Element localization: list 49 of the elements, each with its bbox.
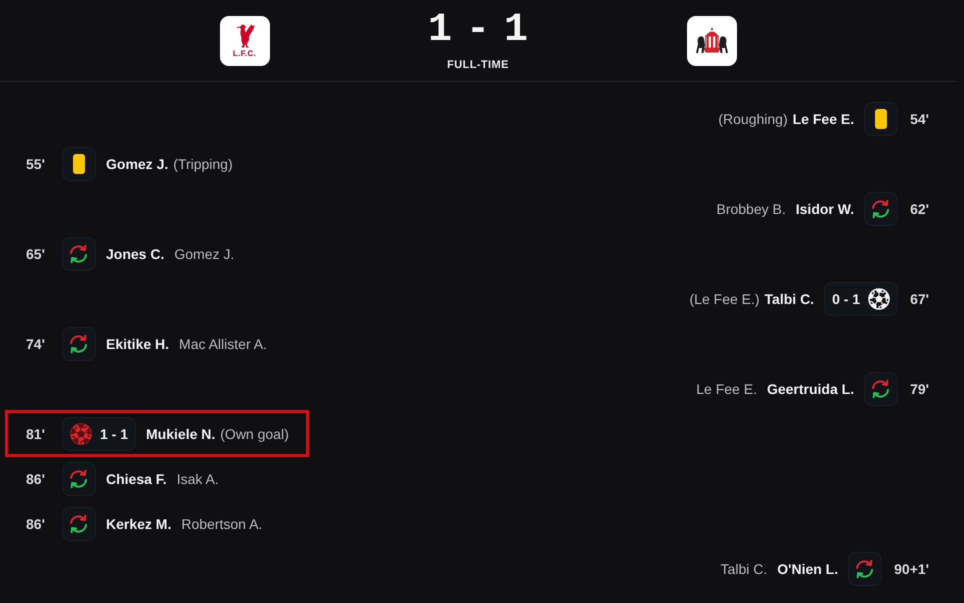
event-detail: (Own goal) <box>220 426 289 442</box>
goal-score: 1 - 1 <box>100 426 128 442</box>
event-minute: 67' <box>910 290 929 306</box>
event-minute: 55' <box>26 156 46 172</box>
match-score: 1 - 1 <box>428 11 525 51</box>
event-detail: (Tripping) <box>173 156 233 172</box>
player-name: Kerkez M. <box>106 516 172 532</box>
event-detail: (Roughing) <box>718 110 788 126</box>
player-name: Geertruida L. <box>766 380 854 396</box>
substitution-icon <box>864 372 898 406</box>
player-name: Jones C. <box>106 246 164 262</box>
player-name: Isidor W. <box>796 200 854 216</box>
substituted-player: Le Fee E. <box>696 380 757 396</box>
player-name: Gomez J. <box>106 156 168 172</box>
player-name: Chiesa F. <box>106 470 167 486</box>
substitution-icon <box>864 192 898 226</box>
booking-card-icon <box>62 146 96 180</box>
crest-text: L.F.C. <box>232 49 256 58</box>
substituted-player: Gomez J. <box>174 246 234 262</box>
substituted-player: Isak A. <box>176 470 219 486</box>
event-minute: 81' <box>26 426 46 442</box>
substitution-icon <box>62 462 96 496</box>
substituted-player: Mac Allister A. <box>179 336 267 352</box>
event-minute: 62' <box>910 200 929 216</box>
event-minute: 86' <box>26 516 46 532</box>
substituted-player: Talbi C. <box>720 560 768 576</box>
player-name: Mukiele N. <box>146 426 216 442</box>
player-name: Le Fee E. <box>792 110 854 126</box>
event-minute: 65' <box>26 246 46 262</box>
match-status: FULL-TIME <box>447 59 509 72</box>
substitution-icon <box>62 506 96 540</box>
event-detail: (Le Fee E.) <box>690 290 760 306</box>
booking-card-icon <box>864 102 898 136</box>
player-name: Ekitike H. <box>106 336 170 352</box>
event-minute: 86' <box>26 470 46 486</box>
substituted-player: Robertson A. <box>181 516 262 532</box>
goal-score: 0 - 1 <box>832 290 860 306</box>
event-minute: 79' <box>910 380 929 396</box>
player-name: O'Nien L. <box>777 560 838 576</box>
event-minute: 74' <box>26 336 46 352</box>
event-minute: 54' <box>910 110 929 126</box>
player-name: Talbi C. <box>764 290 814 306</box>
ball-icon <box>868 288 890 310</box>
substitution-icon <box>62 326 96 360</box>
substitution-icon <box>62 236 96 270</box>
event-minute: 90+1' <box>894 560 929 576</box>
substitution-icon <box>848 552 882 586</box>
substituted-player: Brobbey B. <box>716 200 786 216</box>
own-goal-ball-icon <box>70 422 92 444</box>
